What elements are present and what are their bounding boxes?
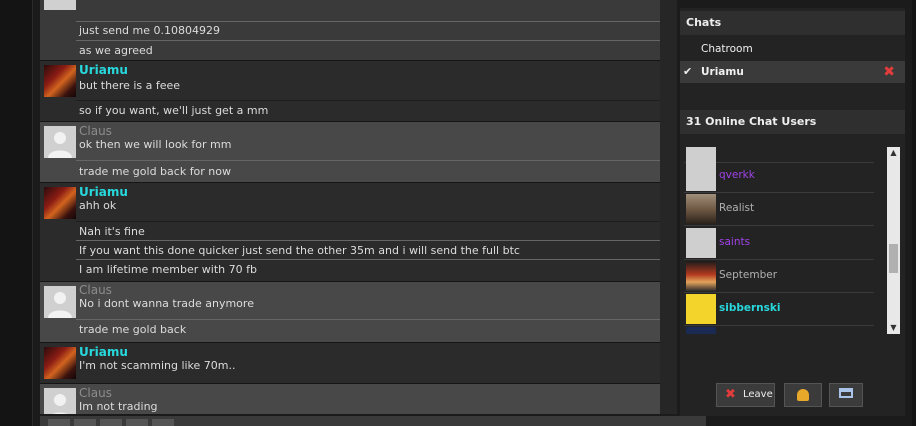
message-text: ahh ok	[79, 199, 117, 212]
uriamu-avatar[interactable]	[44, 65, 76, 97]
message-text: Nah it's fine	[79, 225, 145, 238]
username[interactable]: Claus	[79, 386, 112, 400]
chat-tab-uriamu[interactable]: ✔ Uriamu ✖	[680, 61, 905, 83]
message-group: just send me 0.10804929 as we agreed	[40, 0, 660, 61]
checkmark-icon: ✔	[683, 65, 693, 78]
list-item[interactable]: qverkk	[684, 159, 874, 193]
notification-button[interactable]	[784, 383, 822, 407]
default-avatar-icon[interactable]	[44, 126, 76, 158]
close-icon[interactable]: ✖	[883, 61, 895, 83]
username[interactable]: Claus	[79, 124, 112, 138]
message-text: Im not trading	[79, 400, 158, 413]
online-users-scrollbar[interactable]: ▲ ▼	[887, 147, 900, 334]
message-group: Uriamu ahh ok Nah it's fine If you want …	[40, 183, 660, 282]
message-group: Claus No i dont wanna trade anymore trad…	[40, 282, 660, 343]
default-avatar-icon[interactable]	[44, 388, 76, 414]
message-separator	[76, 221, 660, 222]
message-list: just send me 0.10804929 as we agreed Uri…	[40, 0, 660, 414]
chats-heading: Chats	[680, 11, 905, 35]
user-name[interactable]: qverkk	[719, 159, 755, 192]
username[interactable]: Claus	[79, 283, 112, 297]
uriamu-avatar[interactable]	[44, 347, 76, 379]
message-text: ok then we will look for mm	[79, 138, 232, 151]
message-separator	[76, 100, 660, 101]
toolbar-tab[interactable]	[48, 419, 70, 426]
avatar	[686, 327, 716, 334]
message-group: Uriamu I'm not scamming like 70m..	[40, 343, 660, 384]
message-text: No i dont wanna trade anymore	[79, 297, 254, 310]
message-text: trade me gold back for now	[79, 165, 232, 178]
message-separator	[76, 40, 660, 41]
close-icon: ✖	[725, 387, 736, 402]
uriamu-avatar[interactable]	[44, 187, 76, 219]
chat-tab-label: Uriamu	[701, 66, 744, 78]
message-group: Claus Im not trading	[40, 384, 660, 414]
list-item[interactable]: Realist	[684, 192, 874, 226]
online-user-list[interactable]: qverkk Realist saints September sibberns…	[680, 147, 890, 334]
message-text: so if you want, we'll just get a mm	[79, 104, 269, 117]
online-users-heading: 31 Online Chat Users	[680, 110, 905, 134]
toolbar-tab[interactable]	[126, 419, 148, 426]
popout-window-button[interactable]	[829, 383, 863, 407]
leave-button-label: Leave	[743, 389, 773, 400]
toolbar-tab[interactable]	[152, 419, 174, 426]
list-item[interactable]: September	[684, 259, 874, 293]
bell-icon	[797, 389, 809, 401]
user-name[interactable]: sibbernski	[719, 292, 781, 325]
bottom-toolbar	[40, 416, 706, 426]
avatar	[44, 0, 76, 10]
message-text: but there is a feee	[79, 79, 181, 92]
chat-messages-pane[interactable]: just send me 0.10804929 as we agreed Uri…	[40, 0, 677, 414]
avatar	[686, 228, 716, 258]
scroll-up-arrow-icon[interactable]: ▲	[887, 147, 900, 159]
message-text: trade me gold back	[79, 323, 187, 336]
message-group: Uriamu but there is a feee so if you wan…	[40, 61, 660, 122]
avatar	[686, 261, 716, 291]
message-text: as we agreed	[79, 44, 153, 57]
chat-tab-label: Chatroom	[701, 43, 753, 55]
message-group: Claus ok then we will look for mm trade …	[40, 122, 660, 183]
message-separator	[76, 240, 660, 241]
default-avatar-icon[interactable]	[44, 286, 76, 318]
avatar	[686, 294, 716, 324]
leave-button[interactable]: ✖ Leave	[716, 383, 775, 407]
message-separator	[76, 160, 660, 161]
window-frame-right	[912, 0, 916, 426]
message-text: just send me 0.10804929	[79, 24, 220, 37]
user-name[interactable]: saints	[719, 226, 750, 259]
toolbar-tab[interactable]	[74, 419, 96, 426]
scroll-thumb[interactable]	[889, 244, 898, 273]
message-separator	[76, 319, 660, 320]
chat-tab-chatroom[interactable]: Chatroom	[680, 38, 905, 60]
list-item[interactable]: sibbernski	[684, 292, 874, 326]
user-name[interactable]: September	[719, 259, 777, 292]
message-separator	[76, 21, 660, 22]
window-icon	[839, 388, 853, 398]
toolbar-tab[interactable]	[100, 419, 122, 426]
list-item[interactable]: saints	[684, 226, 874, 260]
username[interactable]: Uriamu	[79, 345, 128, 359]
message-text: I'm not scamming like 70m..	[79, 359, 236, 372]
message-text: If you want this done quicker just send …	[79, 244, 520, 257]
window-frame-left	[0, 0, 33, 426]
chat-sidebar: Chats Chatroom ✔ Uriamu ✖ 31 Online Chat…	[680, 8, 905, 416]
message-text: I am lifetime member with 70 fb	[79, 263, 257, 276]
avatar	[686, 161, 716, 191]
list-item[interactable]	[684, 325, 874, 334]
user-name[interactable]: Realist	[719, 192, 754, 225]
message-separator	[76, 259, 660, 260]
avatar	[686, 194, 716, 224]
username[interactable]: Uriamu	[79, 63, 128, 77]
scroll-down-arrow-icon[interactable]: ▼	[887, 322, 900, 334]
username[interactable]: Uriamu	[79, 185, 128, 199]
